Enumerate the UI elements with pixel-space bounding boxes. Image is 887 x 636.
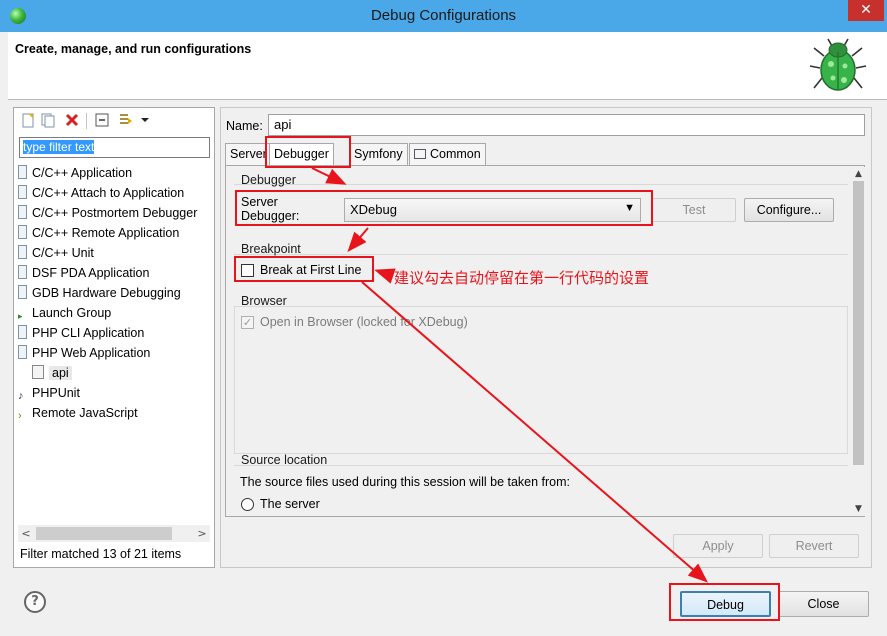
filter-status: Filter matched 13 of 21 items [20, 547, 182, 561]
annotation-note: 建议勾去自动停留在第一行代码的设置 [394, 269, 650, 287]
tree-item-label: PHP CLI Application [32, 326, 145, 340]
annotation-debug-button-box [669, 583, 780, 621]
tree-item-label: api [49, 366, 72, 380]
tree-item-label: GDB Hardware Debugging [32, 286, 181, 300]
title-bar: Debug Configurations ✕ [0, 0, 887, 32]
help-icon[interactable]: ? [24, 591, 46, 613]
tab-symfony[interactable]: Symfony [349, 143, 408, 165]
scroll-right-icon[interactable]: > [194, 525, 210, 542]
tab-label: Common [430, 147, 481, 161]
tree-item-label: C/C++ Remote Application [32, 226, 180, 240]
scroll-left-icon[interactable]: < [18, 525, 34, 542]
tab-label: Server [230, 147, 267, 161]
eclipse-bug-icon [10, 8, 26, 24]
config-type-icon [18, 285, 27, 299]
test-button[interactable]: Test [652, 198, 736, 222]
annotation-server-debugger-box [235, 190, 653, 226]
filter-input[interactable]: type filter text [19, 137, 210, 158]
debug-bug-icon [809, 38, 867, 91]
tree-item-label: C/C++ Unit [32, 246, 94, 260]
configuration-editor-panel: Name: api Server Debugger Symfony Common… [220, 107, 872, 568]
common-tab-icon [414, 149, 426, 159]
tree-item-label: PHP Web Application [32, 346, 151, 360]
scroll-thumb[interactable] [853, 181, 864, 465]
tree-item-php-cli[interactable]: PHP CLI Application [18, 323, 144, 343]
tree-item-remote-javascript[interactable]: › Remote JavaScript [18, 403, 138, 423]
toolbar-separator [86, 113, 87, 129]
source-server-label[interactable]: The server [260, 497, 320, 511]
tree-item-dsf-pda[interactable]: DSF PDA Application [18, 263, 149, 283]
tree-item-phpunit[interactable]: ♪ PHPUnit [18, 383, 80, 403]
scroll-thumb[interactable] [36, 527, 172, 540]
name-input[interactable]: api [268, 114, 865, 136]
tab-label: Symfony [354, 147, 403, 161]
group-divider [234, 254, 848, 255]
source-location-description: The source files used during this sessio… [240, 475, 571, 489]
config-type-icon [18, 165, 27, 179]
pda-icon [18, 265, 27, 279]
tree-item-cpp-application[interactable]: C/C++ Application [18, 163, 132, 183]
horizontal-scrollbar[interactable]: < > [18, 525, 210, 542]
configure-button[interactable]: Configure... [744, 198, 834, 222]
php-icon [18, 325, 27, 339]
tree-item-label: Remote JavaScript [32, 406, 138, 420]
delete-icon[interactable] [64, 112, 80, 128]
tree-item-label: PHPUnit [32, 386, 80, 400]
banner-heading: Create, manage, and run configurations [15, 42, 252, 56]
php-web-icon [18, 345, 27, 359]
dropdown-icon[interactable] [140, 112, 150, 128]
launch-config-icon [32, 365, 44, 379]
tree-item-cpp-unit[interactable]: C/C++ Unit [18, 243, 94, 263]
scroll-up-icon[interactable]: ▲ [852, 167, 865, 181]
name-label: Name: [226, 119, 263, 133]
debugger-group-label: Debugger [241, 173, 296, 187]
group-divider [234, 184, 848, 186]
vertical-scrollbar[interactable]: ▲ ▼ [852, 167, 865, 516]
tree-item-label: C/C++ Application [32, 166, 133, 180]
unit-test-icon [18, 245, 27, 259]
annotation-break-first-line-box [234, 256, 374, 282]
javascript-icon: › [18, 410, 22, 422]
launch-group-icon: ▸ [18, 311, 23, 321]
tree-item-api[interactable]: api [32, 363, 72, 383]
browser-group-box [234, 306, 848, 454]
collapse-all-icon[interactable] [94, 112, 110, 128]
tree-item-label: C/C++ Attach to Application [32, 186, 185, 200]
tree-item-label: DSF PDA Application [32, 266, 150, 280]
tree-item-label: Launch Group [32, 306, 112, 320]
tree-item-label: C/C++ Postmortem Debugger [32, 206, 198, 220]
tree-item-cpp-attach[interactable]: C/C++ Attach to Application [18, 183, 184, 203]
breakpoint-group-label: Breakpoint [241, 242, 301, 256]
window-title: Debug Configurations [370, 7, 517, 24]
source-server-radio[interactable] [241, 498, 254, 511]
tree-item-gdb-hardware[interactable]: GDB Hardware Debugging [18, 283, 181, 303]
close-button[interactable]: Close [778, 591, 869, 617]
header-banner: Create, manage, and run configurations [8, 32, 887, 100]
config-type-icon [18, 225, 27, 239]
tab-common[interactable]: Common [409, 143, 486, 165]
config-type-icon [18, 205, 27, 219]
apply-button[interactable]: Apply [673, 534, 763, 558]
window-close-button[interactable]: ✕ [848, 0, 884, 21]
tree-item-php-web[interactable]: PHP Web Application [18, 343, 150, 363]
new-config-icon[interactable] [20, 112, 36, 128]
tree-item-cpp-remote[interactable]: C/C++ Remote Application [18, 223, 179, 243]
tree-item-cpp-postmortem[interactable]: C/C++ Postmortem Debugger [18, 203, 197, 223]
source-location-group-label: Source location [241, 453, 328, 467]
scroll-down-icon[interactable]: ▼ [852, 502, 865, 516]
configuration-tree-panel: type filter text C/C++ Application C/C++… [13, 107, 215, 568]
filter-icon[interactable] [118, 112, 134, 128]
config-type-icon [18, 185, 27, 199]
phpunit-icon: ♪ [18, 390, 24, 402]
filter-input-text: type filter text [23, 140, 95, 154]
revert-button[interactable]: Revert [769, 534, 859, 558]
tree-item-launch-group[interactable]: ▸ Launch Group [18, 303, 111, 323]
duplicate-icon[interactable] [40, 112, 56, 128]
annotation-debugger-tab-box [265, 136, 351, 168]
